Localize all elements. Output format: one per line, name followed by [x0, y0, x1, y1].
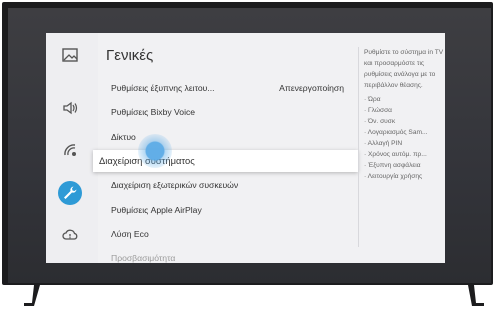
help-list-item: Λειτουργία χρήσης: [364, 171, 444, 182]
menu-item-label: Ρυθμίσεις Apple AirPlay: [111, 205, 202, 215]
satellite-icon[interactable]: [58, 138, 82, 162]
page-title: Γενικές: [106, 47, 154, 64]
menu-item-label: Λύση Eco: [111, 229, 149, 239]
help-list-item: Έξυπνη ασφάλεια: [364, 160, 444, 171]
tv-stand-right: [450, 285, 488, 309]
menu-item-label: Προσβασιμότητα: [111, 253, 176, 263]
tv-bezel: Γενικές Ρυθμίσεις έξυπνης λειτου... Απεν…: [2, 2, 493, 285]
menu-item-accessibility[interactable]: Προσβασιμότητα: [98, 247, 356, 263]
help-list-item: Ώρα: [364, 94, 444, 105]
picture-icon[interactable]: [58, 43, 82, 67]
menu-item-bixby-voice[interactable]: Ρυθμίσεις Bixby Voice: [98, 101, 356, 123]
tv-screen: Γενικές Ρυθμίσεις έξυπνης λειτου... Απεν…: [8, 8, 491, 283]
menu-item-external-devices[interactable]: Διαχείριση εξωτερικών συσκευών: [98, 174, 356, 196]
menu-item-smart-mode[interactable]: Ρυθμίσεις έξυπνης λειτου... Απενεργοποίη…: [98, 77, 356, 99]
help-list-item: Αλλαγή PIN: [364, 138, 444, 149]
menu-item-apple-airplay[interactable]: Ρυθμίσεις Apple AirPlay: [98, 199, 356, 221]
menu-item-label: Διαχείριση εξωτερικών συσκευών: [111, 180, 239, 190]
menu-item-eco-solution[interactable]: Λύση Eco: [98, 223, 356, 245]
help-list-item: Γλώσσα: [364, 105, 444, 116]
menu-item-network[interactable]: Δίκτυο: [98, 126, 356, 148]
tv-stand-left: [20, 285, 58, 309]
menu-item-label: Ρυθμίσεις Bixby Voice: [111, 107, 196, 117]
menu-item-system-manager[interactable]: Διαχείριση συστήματος: [93, 150, 358, 172]
help-list: Ώρα Γλώσσα Όν. συσκ Λογαριασμός Sam... Α…: [364, 94, 444, 182]
touch-indicator: [138, 134, 172, 168]
tv-frame: Γενικές Ρυθμίσεις έξυπνης λειτου... Απεν…: [0, 0, 500, 312]
help-list-item: Λογαριασμός Sam...: [364, 127, 444, 138]
settings-menu: Ρυθμίσεις έξυπνης λειτου... Απενεργοποίη…: [93, 77, 358, 263]
menu-item-label: Δίκτυο: [111, 132, 136, 142]
cloud-support-icon[interactable]: [58, 223, 82, 247]
settings-panel: Γενικές Ρυθμίσεις έξυπνης λειτου... Απεν…: [46, 33, 445, 263]
help-description: Ρυθμίστε το σύστημα in TV και προσαρμόστ…: [364, 49, 444, 89]
help-list-item: Χρόνος αυτόμ. πρ...: [364, 149, 444, 160]
menu-item-label: Ρυθμίσεις έξυπνης λειτου...: [111, 83, 215, 93]
help-list-item: Όν. συσκ: [364, 116, 444, 127]
speaker-icon[interactable]: [58, 96, 82, 120]
help-panel: Ρυθμίστε το σύστημα in TV και προσαρμόστ…: [364, 47, 444, 182]
category-sidebar: [46, 33, 98, 263]
menu-item-value: Απενεργοποίηση: [279, 83, 344, 93]
panel-divider: [358, 47, 359, 247]
wrench-icon[interactable]: [58, 181, 82, 205]
